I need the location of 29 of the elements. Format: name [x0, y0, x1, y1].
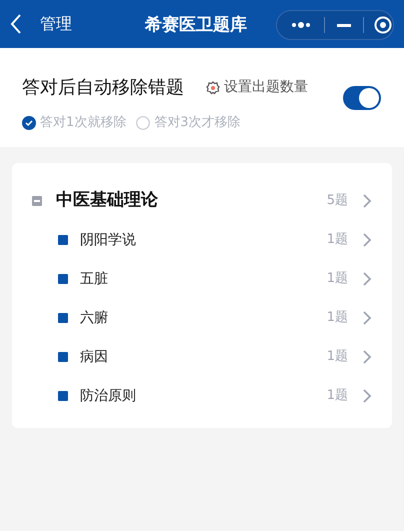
chevron-icon: [362, 271, 372, 287]
section-row[interactable]: 病因 1题: [12, 338, 392, 376]
back-button[interactable]: 管理: [10, 12, 72, 36]
check-circle-icon: [22, 116, 36, 130]
empty-circle-icon: [136, 116, 150, 130]
back-icon: [10, 13, 22, 35]
setting-label: 答对后自动移除错题: [22, 76, 184, 100]
section-row[interactable]: 阴阳学说 1题: [12, 220, 392, 260]
collapse-icon: [32, 196, 42, 206]
chevron-icon: [362, 310, 372, 326]
minimize-icon[interactable]: [337, 24, 351, 26]
chapter-row[interactable]: 中医基础理论 5题: [12, 180, 392, 220]
bullet-icon: [58, 313, 68, 323]
bullet-icon: [58, 391, 68, 401]
bullet-icon: [58, 235, 68, 245]
gear-icon: [206, 80, 220, 94]
chevron-icon: [362, 192, 372, 208]
section-row[interactable]: 五脏 1题: [12, 260, 392, 298]
close-icon[interactable]: [374, 16, 392, 34]
section-row[interactable]: 六腑 1题: [12, 298, 392, 338]
section-row[interactable]: 防治原则 1题: [12, 376, 392, 416]
chevron-icon: [362, 388, 372, 404]
chevron-icon: [362, 232, 372, 248]
chevron-icon: [362, 349, 372, 365]
bullet-icon: [58, 352, 68, 362]
more-icon[interactable]: [291, 22, 311, 28]
page-title: 希赛医卫题库: [145, 14, 247, 37]
question-count-link[interactable]: 设置出题数量: [206, 77, 308, 98]
bullet-icon: [58, 274, 68, 284]
